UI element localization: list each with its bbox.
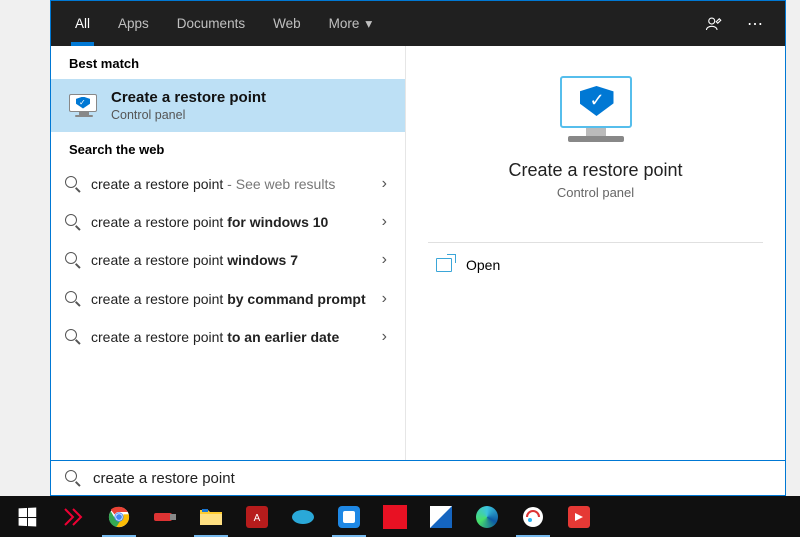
web-result-text: create a restore point windows 7 xyxy=(91,251,368,269)
search-input[interactable] xyxy=(93,470,771,487)
app-icon xyxy=(381,505,409,529)
tab-documents[interactable]: Documents xyxy=(163,1,259,46)
taskbar: A xyxy=(0,496,800,537)
taskbar-edge[interactable] xyxy=(464,496,510,537)
taskbar-app[interactable] xyxy=(280,496,326,537)
taskbar-app[interactable] xyxy=(510,496,556,537)
web-result[interactable]: create a restore point by command prompt… xyxy=(51,280,405,318)
chevron-down-icon: ▾ xyxy=(365,16,372,32)
app-icon xyxy=(59,505,87,529)
restore-point-large-icon: ✓ xyxy=(560,76,632,142)
taskbar-app[interactable] xyxy=(50,496,96,537)
app-icon xyxy=(427,505,455,529)
filter-tabs-bar: All Apps Documents Web More ▾ ⋯ xyxy=(51,1,785,46)
search-icon xyxy=(65,329,81,345)
tab-more[interactable]: More ▾ xyxy=(315,1,387,46)
taskbar-file-explorer[interactable] xyxy=(188,496,234,537)
results-body: Best match ✓ Create a restore point Cont… xyxy=(51,46,785,460)
taskbar-app[interactable]: A xyxy=(234,496,280,537)
search-icon xyxy=(65,214,81,230)
best-match-result[interactable]: ✓ Create a restore point Control panel xyxy=(51,79,405,132)
web-result-text: create a restore point for windows 10 xyxy=(91,213,368,231)
open-action[interactable]: Open xyxy=(406,243,785,287)
best-match-subtitle: Control panel xyxy=(111,108,266,122)
usb-icon xyxy=(151,505,179,529)
detail-hero: ✓ Create a restore point Control panel xyxy=(406,46,785,224)
web-result-text: create a restore point to an earlier dat… xyxy=(91,328,368,346)
search-icon xyxy=(65,470,81,486)
best-match-text: Create a restore point Control panel xyxy=(111,89,266,122)
app-icon xyxy=(565,505,593,529)
detail-pane: ✓ Create a restore point Control panel O… xyxy=(406,46,785,460)
web-result[interactable]: create a restore point to an earlier dat… xyxy=(51,318,405,356)
folder-icon xyxy=(197,505,225,529)
detail-subtitle: Control panel xyxy=(557,185,634,200)
restore-point-icon: ✓ xyxy=(69,94,99,118)
pdf-icon: A xyxy=(243,505,271,529)
windows-logo-icon xyxy=(13,505,41,529)
app-icon xyxy=(335,505,363,529)
svg-text:A: A xyxy=(254,513,261,524)
search-icon xyxy=(65,176,81,192)
search-icon xyxy=(65,252,81,268)
taskbar-app[interactable] xyxy=(556,496,602,537)
taskbar-app[interactable] xyxy=(372,496,418,537)
taskbar-app[interactable] xyxy=(326,496,372,537)
taskbar-app[interactable] xyxy=(418,496,464,537)
taskbar-chrome[interactable] xyxy=(96,496,142,537)
search-icon xyxy=(65,291,81,307)
web-result[interactable]: create a restore point for windows 10 › xyxy=(51,203,405,241)
tab-all[interactable]: All xyxy=(61,1,104,46)
web-results-list: create a restore point - See web results… xyxy=(51,165,405,364)
search-box-row xyxy=(51,460,785,495)
feedback-icon[interactable] xyxy=(693,1,735,46)
web-result[interactable]: create a restore point windows 7 › xyxy=(51,241,405,279)
detail-title: Create a restore point xyxy=(508,160,682,181)
start-button[interactable] xyxy=(4,496,50,537)
edge-icon xyxy=(473,505,501,529)
best-match-header: Best match xyxy=(51,46,405,79)
chrome-icon xyxy=(105,505,133,529)
chevron-right-icon: › xyxy=(378,213,391,231)
open-label: Open xyxy=(466,257,500,273)
chevron-right-icon: › xyxy=(378,175,391,193)
tab-more-label: More xyxy=(329,16,360,31)
search-results-panel: All Apps Documents Web More ▾ ⋯ Best mat… xyxy=(50,0,786,496)
chevron-right-icon: › xyxy=(378,251,391,269)
search-web-header: Search the web xyxy=(51,132,405,165)
taskbar-app[interactable] xyxy=(142,496,188,537)
open-icon xyxy=(436,258,452,272)
best-match-title: Create a restore point xyxy=(111,89,266,106)
app-icon xyxy=(289,505,317,529)
tab-web[interactable]: Web xyxy=(259,1,315,46)
app-icon xyxy=(519,505,547,529)
chevron-right-icon: › xyxy=(378,328,391,346)
web-result-text: create a restore point by command prompt xyxy=(91,290,368,308)
chevron-right-icon: › xyxy=(378,290,391,308)
results-list-column: Best match ✓ Create a restore point Cont… xyxy=(51,46,406,460)
web-result-text: create a restore point - See web results xyxy=(91,175,368,193)
more-options-icon[interactable]: ⋯ xyxy=(735,1,775,46)
web-result[interactable]: create a restore point - See web results… xyxy=(51,165,405,203)
tab-apps[interactable]: Apps xyxy=(104,1,163,46)
